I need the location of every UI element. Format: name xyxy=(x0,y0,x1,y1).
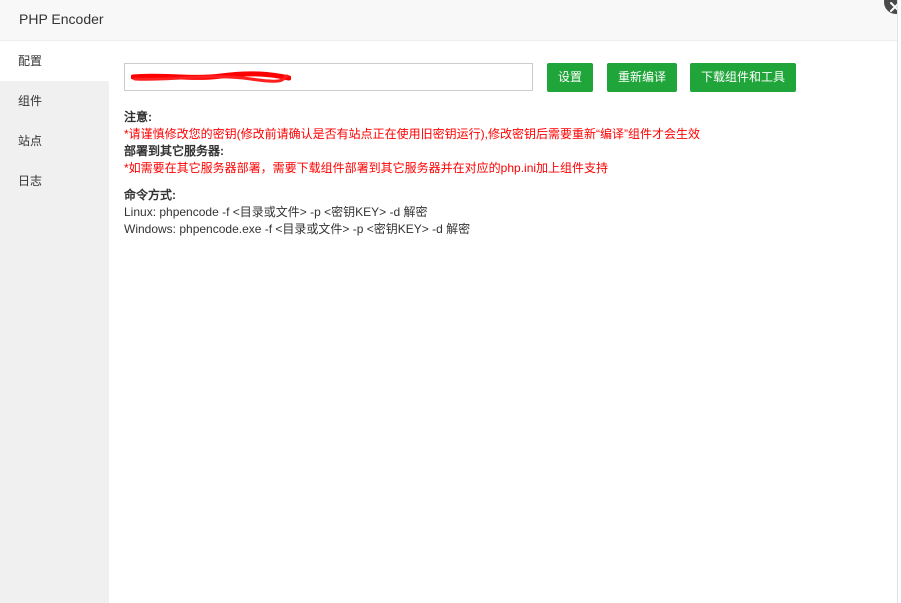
config-panel: 设置 重新编译 下载组件和工具 注意: *请谨慎修改您的密钥(修改前请确认是否有… xyxy=(109,41,897,603)
php-encoder-dialog: PHP Encoder 配置 组件 站点 日志 设置 重新编译 下载组件和工具 … xyxy=(0,0,898,603)
dialog-title: PHP Encoder xyxy=(19,11,104,27)
notice-text: *请谨慎修改您的密钥(修改前请确认是否有站点正在使用旧密钥运行),修改密钥后需要… xyxy=(124,127,700,141)
sidebar-item-logs[interactable]: 日志 xyxy=(0,161,109,201)
command-linux: Linux: phpencode -f <目录或文件> -p <密钥KEY> -… xyxy=(124,205,428,219)
command-title: 命令方式: xyxy=(124,188,176,202)
deploy-text: *如需要在其它服务器部署，需要下载组件部署到其它服务器并在对应的php.ini加… xyxy=(124,161,609,175)
command-windows: Windows: phpencode.exe -f <目录或文件> -p <密钥… xyxy=(124,222,471,236)
download-tools-button[interactable]: 下载组件和工具 xyxy=(690,63,796,92)
deploy-title: 部署到其它服务器: xyxy=(124,144,224,158)
notice-title: 注意: xyxy=(124,110,152,124)
info-section: 注意: *请谨慎修改您的密钥(修改前请确认是否有站点正在使用旧密钥运行),修改密… xyxy=(124,109,700,238)
sidebar-item-sites[interactable]: 站点 xyxy=(0,121,109,161)
close-icon xyxy=(890,2,897,12)
sidebar: 配置 组件 站点 日志 xyxy=(0,41,109,603)
settings-button[interactable]: 设置 xyxy=(547,63,593,92)
title-bar: PHP Encoder xyxy=(0,0,897,41)
sidebar-item-config[interactable]: 配置 xyxy=(0,41,109,81)
recompile-button[interactable]: 重新编译 xyxy=(607,63,677,92)
encryption-key-input[interactable] xyxy=(124,63,533,91)
sidebar-item-components[interactable]: 组件 xyxy=(0,81,109,121)
